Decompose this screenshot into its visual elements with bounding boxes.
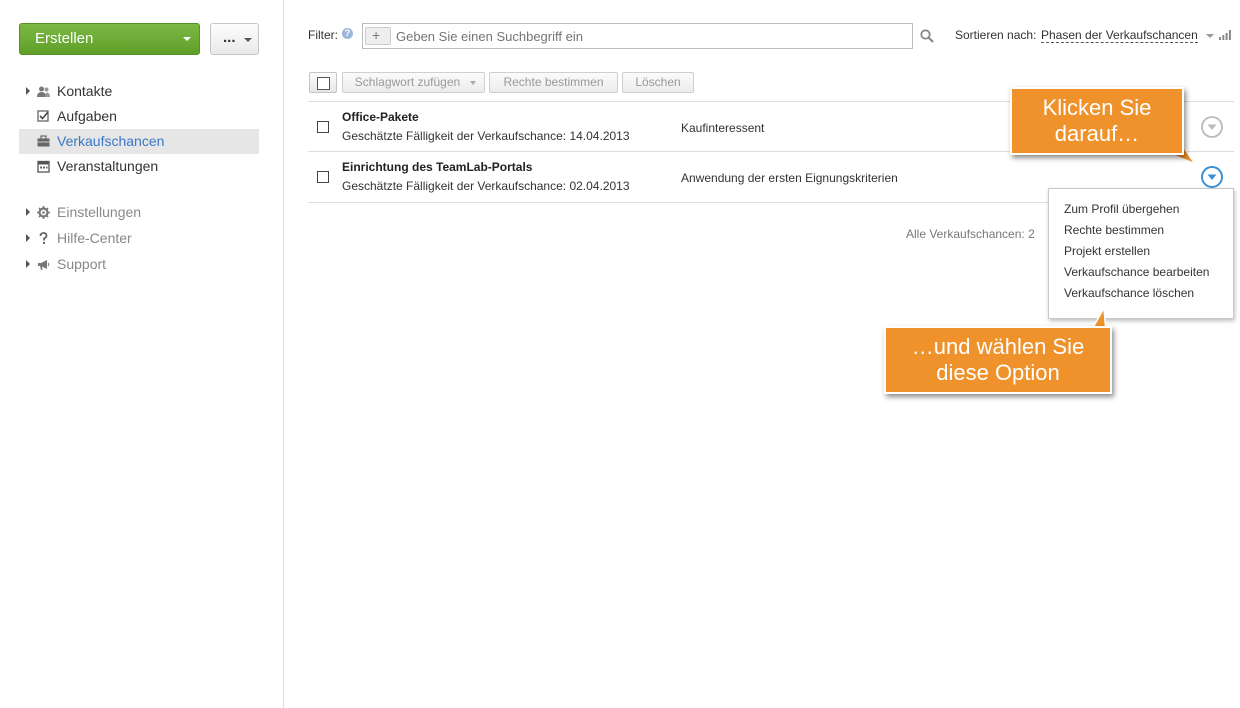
row-checkbox[interactable] — [317, 171, 329, 183]
gear-icon — [37, 206, 50, 219]
chevron-down-icon[interactable] — [1206, 34, 1214, 38]
filter-label: Filter: — [308, 28, 338, 42]
row-action-menu: Zum Profil übergehen Rechte bestimmen Pr… — [1048, 188, 1234, 319]
contacts-icon — [37, 86, 50, 97]
menu-item-go-to-profile[interactable]: Zum Profil übergehen — [1064, 202, 1179, 216]
opportunity-stage: Kaufinteressent — [681, 121, 765, 135]
briefcase-icon — [37, 135, 50, 147]
question-icon — [39, 232, 48, 244]
sort-label: Sortieren nach: — [955, 28, 1037, 42]
create-button[interactable]: Erstellen — [19, 23, 200, 55]
search-icon[interactable] — [920, 29, 934, 43]
add-tag-label: Schlagwort zufügen — [354, 75, 461, 89]
expand-arrow-icon[interactable] — [26, 260, 30, 268]
menu-item-edit-opportunity[interactable]: Verkaufschance bearbeiten — [1064, 265, 1209, 279]
row-menu-icon[interactable] — [1201, 116, 1223, 138]
expand-arrow-icon[interactable] — [26, 234, 30, 242]
search-input[interactable] — [396, 24, 896, 48]
nav-item-opportunities[interactable]: Verkaufschancen — [19, 129, 259, 154]
instruction-callout-choose: …und wählen Sie diese Option — [884, 326, 1112, 394]
total-count: Alle Verkaufschancen: 2 — [906, 227, 1035, 241]
callout-text: diese Option — [936, 360, 1060, 385]
delete-button[interactable]: Löschen — [622, 72, 694, 93]
callout-text: Klicken Sie — [1042, 95, 1152, 120]
set-rights-label: Rechte bestimmen — [503, 75, 604, 89]
chevron-down-icon — [244, 38, 252, 42]
instruction-callout-click: Klicken Sie darauf… — [1010, 87, 1184, 155]
nav-item-settings[interactable]: Einstellungen — [19, 200, 259, 225]
nav-label: Hilfe-Center — [57, 230, 132, 246]
delete-label: Löschen — [635, 75, 681, 89]
opportunity-title[interactable]: Office-Pakete — [342, 110, 419, 124]
calendar-icon — [37, 160, 50, 173]
nav-label: Aufgaben — [57, 108, 117, 124]
megaphone-icon — [38, 260, 50, 270]
checkbox-box — [317, 77, 330, 90]
menu-item-set-rights[interactable]: Rechte bestimmen — [1064, 223, 1164, 237]
nav-label: Verkaufschancen — [57, 133, 165, 149]
opportunity-due-date: Geschätzte Fälligkeit der Verkaufschance… — [342, 179, 630, 193]
nav-label: Veranstaltungen — [57, 158, 159, 174]
add-filter-button[interactable]: + — [365, 27, 391, 45]
menu-item-delete-opportunity[interactable]: Verkaufschance löschen — [1064, 286, 1194, 300]
callout-text: darauf… — [1054, 121, 1140, 146]
row-checkbox[interactable] — [317, 121, 329, 133]
help-icon[interactable]: ? — [342, 28, 353, 39]
more-actions-label: ... — [223, 29, 236, 46]
nav-item-events[interactable]: Veranstaltungen — [19, 154, 259, 179]
set-rights-button[interactable]: Rechte bestimmen — [489, 72, 618, 93]
opportunity-title[interactable]: Einrichtung des TeamLab-Portals — [342, 160, 532, 174]
nav-item-tasks[interactable]: Aufgaben — [19, 104, 259, 129]
sort-selector[interactable]: Phasen der Verkaufschancen — [1041, 28, 1198, 43]
row-menu-icon-active[interactable] — [1201, 166, 1223, 188]
nav-label: Support — [57, 256, 107, 272]
sort-order-icon[interactable] — [1219, 30, 1231, 40]
nav-label: Einstellungen — [57, 204, 142, 220]
create-button-label: Erstellen — [35, 30, 94, 47]
opportunity-due-date: Geschätzte Fälligkeit der Verkaufschance… — [342, 129, 630, 143]
nav-item-support[interactable]: Support — [19, 252, 259, 277]
chevron-down-icon — [183, 37, 191, 41]
chevron-down-icon — [470, 81, 476, 85]
more-actions-button[interactable]: ... — [210, 23, 259, 55]
opportunity-stage: Anwendung der ersten Eignungskriterien — [681, 171, 898, 185]
select-all-checkbox[interactable] — [309, 72, 337, 93]
sidebar: Erstellen ... Kontakte Aufgaben Verkaufs… — [0, 0, 284, 708]
nav-item-help-center[interactable]: Hilfe-Center — [19, 226, 259, 251]
callout-text: …und wählen Sie — [911, 334, 1085, 359]
expand-arrow-icon[interactable] — [26, 87, 30, 95]
add-tag-button[interactable]: Schlagwort zufügen — [342, 72, 485, 93]
filter-search-box[interactable]: + — [362, 23, 913, 49]
tasks-icon — [37, 110, 49, 122]
menu-item-create-project[interactable]: Projekt erstellen — [1064, 244, 1150, 258]
expand-arrow-icon[interactable] — [26, 208, 30, 216]
nav-item-contacts[interactable]: Kontakte — [19, 79, 259, 104]
nav-label: Kontakte — [57, 83, 113, 99]
